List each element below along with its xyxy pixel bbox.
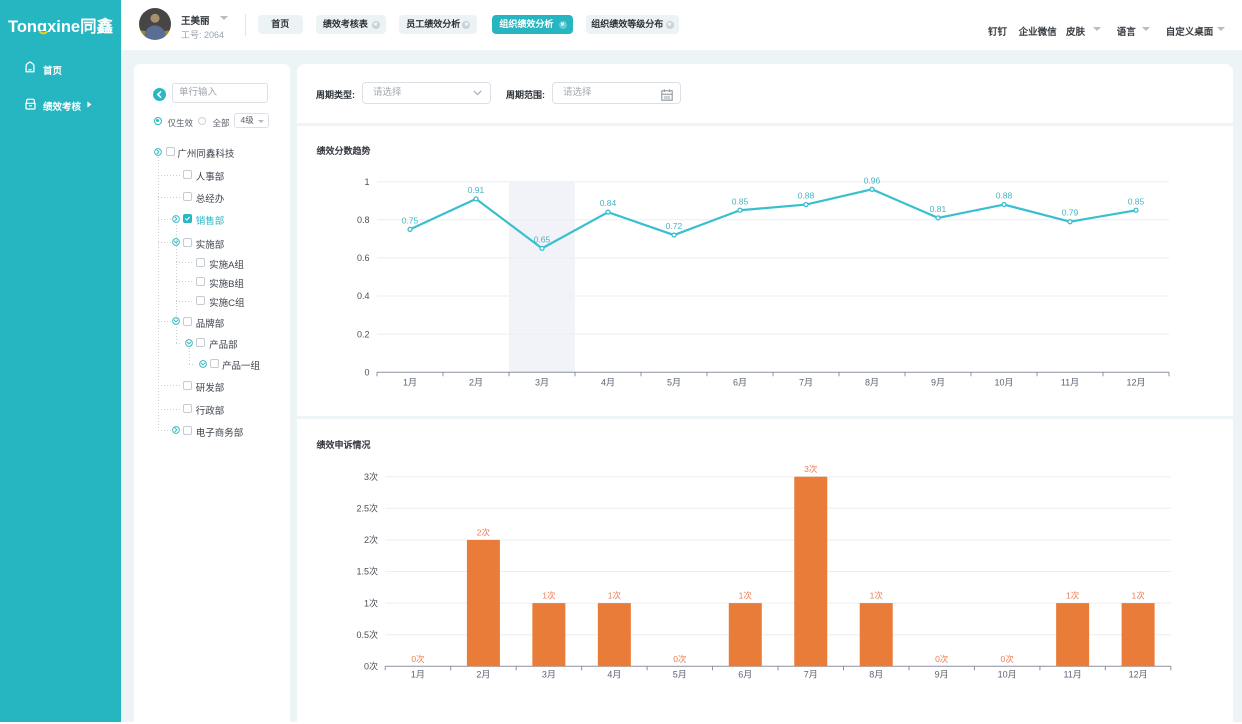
svg-text:0.79: 0.79 xyxy=(1062,208,1079,218)
svg-text:0.72: 0.72 xyxy=(666,221,683,231)
svg-text:0.88: 0.88 xyxy=(798,191,815,201)
svg-text:0.2: 0.2 xyxy=(357,329,370,339)
svg-text:3月: 3月 xyxy=(535,377,549,387)
svg-text:0.4: 0.4 xyxy=(357,291,370,301)
svg-text:5月: 5月 xyxy=(667,377,681,387)
svg-text:2.5次: 2.5次 xyxy=(356,503,378,514)
svg-text:1次: 1次 xyxy=(542,591,556,601)
svg-text:0: 0 xyxy=(364,367,369,377)
svg-text:0次: 0次 xyxy=(411,654,425,664)
svg-text:1次: 1次 xyxy=(608,591,622,601)
svg-text:0.85: 0.85 xyxy=(1128,196,1145,206)
svg-text:3次: 3次 xyxy=(364,471,378,482)
svg-text:1月: 1月 xyxy=(411,669,425,679)
svg-text:2月: 2月 xyxy=(469,377,483,387)
svg-text:1月: 1月 xyxy=(403,377,417,387)
svg-text:0次: 0次 xyxy=(364,661,378,672)
svg-text:0.65: 0.65 xyxy=(534,234,551,244)
svg-text:12月: 12月 xyxy=(1126,377,1145,387)
svg-text:6月: 6月 xyxy=(733,377,747,387)
svg-text:6月: 6月 xyxy=(738,669,752,679)
svg-text:0.96: 0.96 xyxy=(864,175,881,185)
svg-text:1.5次: 1.5次 xyxy=(356,566,378,577)
svg-text:0次: 0次 xyxy=(1001,654,1015,664)
svg-text:5月: 5月 xyxy=(673,669,687,679)
svg-text:10月: 10月 xyxy=(998,669,1017,679)
svg-text:0.84: 0.84 xyxy=(600,198,617,208)
svg-text:2次: 2次 xyxy=(477,527,491,537)
svg-text:10月: 10月 xyxy=(994,377,1013,387)
svg-text:11月: 11月 xyxy=(1063,669,1081,679)
svg-text:8月: 8月 xyxy=(869,669,883,679)
svg-text:0.75: 0.75 xyxy=(402,215,419,225)
svg-text:3次: 3次 xyxy=(804,464,818,474)
svg-text:0.5次: 0.5次 xyxy=(356,629,378,640)
svg-text:1次: 1次 xyxy=(1066,591,1080,601)
svg-text:0.8: 0.8 xyxy=(357,215,370,225)
svg-text:9月: 9月 xyxy=(931,377,945,387)
svg-text:4月: 4月 xyxy=(601,377,615,387)
svg-text:2次: 2次 xyxy=(364,534,378,545)
svg-text:1次: 1次 xyxy=(364,597,378,608)
svg-text:1次: 1次 xyxy=(739,591,753,601)
svg-text:7月: 7月 xyxy=(804,669,818,679)
svg-text:0.88: 0.88 xyxy=(996,191,1013,201)
svg-text:0次: 0次 xyxy=(935,654,949,664)
svg-text:2月: 2月 xyxy=(476,669,490,679)
svg-text:1: 1 xyxy=(364,177,369,187)
svg-text:7月: 7月 xyxy=(799,377,813,387)
svg-text:3月: 3月 xyxy=(542,669,556,679)
svg-text:0次: 0次 xyxy=(673,654,687,664)
svg-text:0.91: 0.91 xyxy=(468,185,485,195)
svg-text:0.81: 0.81 xyxy=(930,204,947,214)
svg-text:9月: 9月 xyxy=(935,669,949,679)
svg-text:12月: 12月 xyxy=(1129,669,1148,679)
svg-text:0.6: 0.6 xyxy=(357,253,370,263)
svg-text:11月: 11月 xyxy=(1061,377,1079,387)
svg-text:0.85: 0.85 xyxy=(732,196,749,206)
svg-text:8月: 8月 xyxy=(865,377,879,387)
svg-text:1次: 1次 xyxy=(870,591,884,601)
svg-text:4月: 4月 xyxy=(607,669,621,679)
svg-text:1次: 1次 xyxy=(1131,591,1145,601)
